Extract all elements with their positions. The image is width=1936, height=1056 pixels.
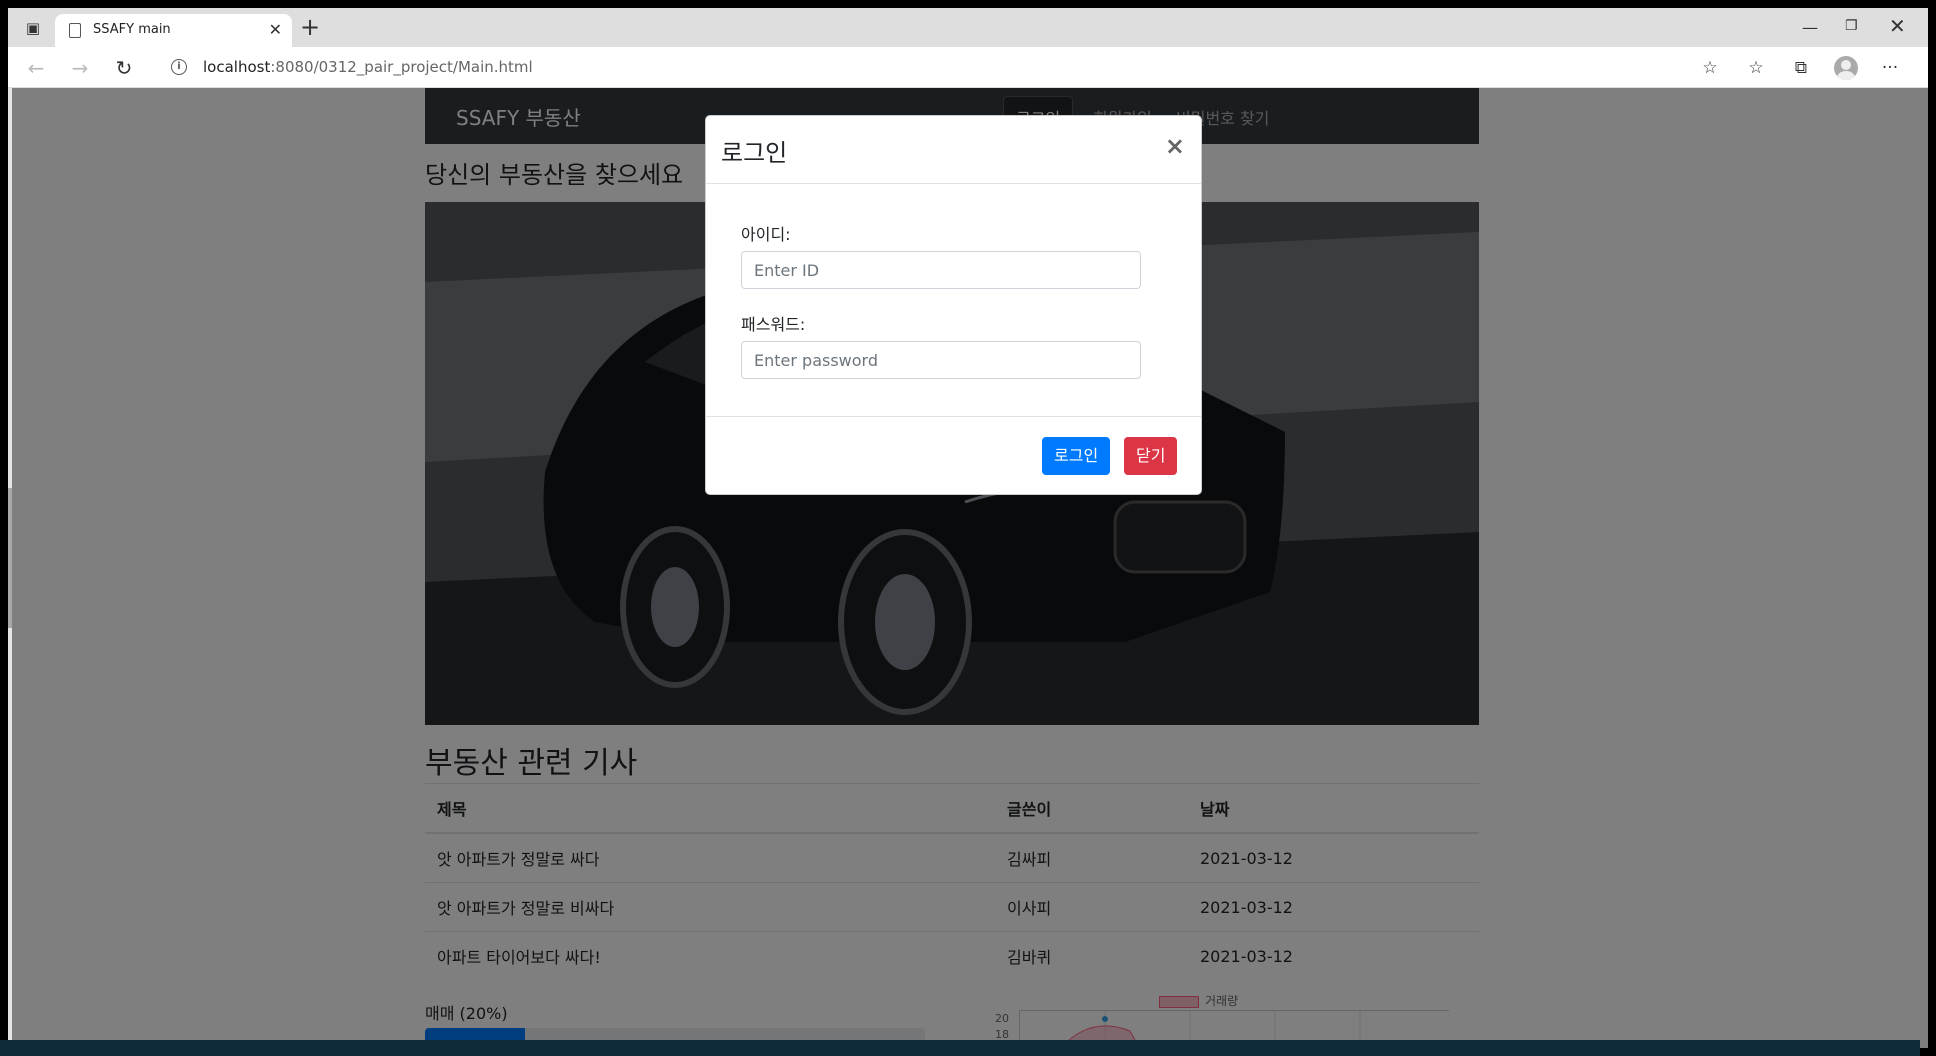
close-icon[interactable]: ×: [1165, 132, 1185, 160]
id-label: 아이디:: [741, 225, 791, 244]
tab-strip: ▣ SSAFY main ✕ + — ❐ ✕: [8, 8, 1928, 47]
tab-close-icon[interactable]: ✕: [269, 20, 282, 39]
favorites-icon[interactable]: ☆: [1744, 56, 1768, 80]
window-close-icon[interactable]: ✕: [1889, 14, 1906, 38]
minimize-icon[interactable]: —: [1802, 18, 1818, 37]
refresh-icon[interactable]: ↻: [110, 54, 138, 82]
page-scrollbar[interactable]: [8, 88, 12, 1048]
close-button[interactable]: 닫기: [1124, 437, 1178, 475]
id-input[interactable]: [741, 251, 1141, 289]
login-modal: 로그인 × 아이디: 패스워드: 로그인 닫기: [705, 115, 1202, 495]
modal-title: 로그인: [721, 139, 788, 167]
back-icon[interactable]: ←: [22, 54, 50, 82]
address-bar[interactable]: i localhost:8080/0312_pair_project/Main.…: [153, 52, 1733, 84]
forward-icon[interactable]: →: [66, 54, 94, 82]
tab-actions-icon[interactable]: ▣: [22, 17, 44, 39]
modal-body: 아이디: 패스워드:: [706, 184, 1201, 416]
url-text[interactable]: localhost:8080/0312_pair_project/Main.ht…: [203, 58, 533, 76]
profile-icon[interactable]: [1834, 56, 1858, 80]
url-host: localhost: [203, 58, 271, 76]
active-tab[interactable]: SSAFY main ✕: [55, 14, 292, 47]
modal-header: 로그인 ×: [706, 116, 1201, 184]
new-tab-button[interactable]: +: [300, 14, 320, 40]
add-favorite-icon[interactable]: ☆: [1698, 56, 1722, 80]
restore-icon[interactable]: ❐: [1845, 18, 1858, 34]
address-bar-row: ← → ↻ i localhost:8080/0312_pair_project…: [8, 47, 1928, 88]
password-label: 패스워드:: [741, 315, 806, 334]
more-icon[interactable]: ···: [1878, 56, 1902, 80]
scrollbar-thumb[interactable]: [8, 488, 12, 628]
browser-window: ▣ SSAFY main ✕ + — ❐ ✕ ← → ↻ i localhost…: [8, 8, 1928, 1048]
modal-footer: 로그인 닫기: [706, 416, 1201, 496]
password-input[interactable]: [741, 341, 1141, 379]
info-icon[interactable]: i: [171, 59, 187, 75]
url-path: :8080/0312_pair_project/Main.html: [270, 58, 533, 76]
login-button[interactable]: 로그인: [1042, 437, 1111, 475]
page-viewport: SSAFY 부동산 로그인 회원가입 비밀번호 찾기 당신의 부동산을 찾으세요: [8, 88, 1928, 1048]
tab-title: SSAFY main: [93, 22, 171, 37]
taskbar: [0, 1040, 1920, 1056]
collections-icon[interactable]: ⧉: [1789, 56, 1813, 80]
page-icon: [69, 23, 81, 38]
